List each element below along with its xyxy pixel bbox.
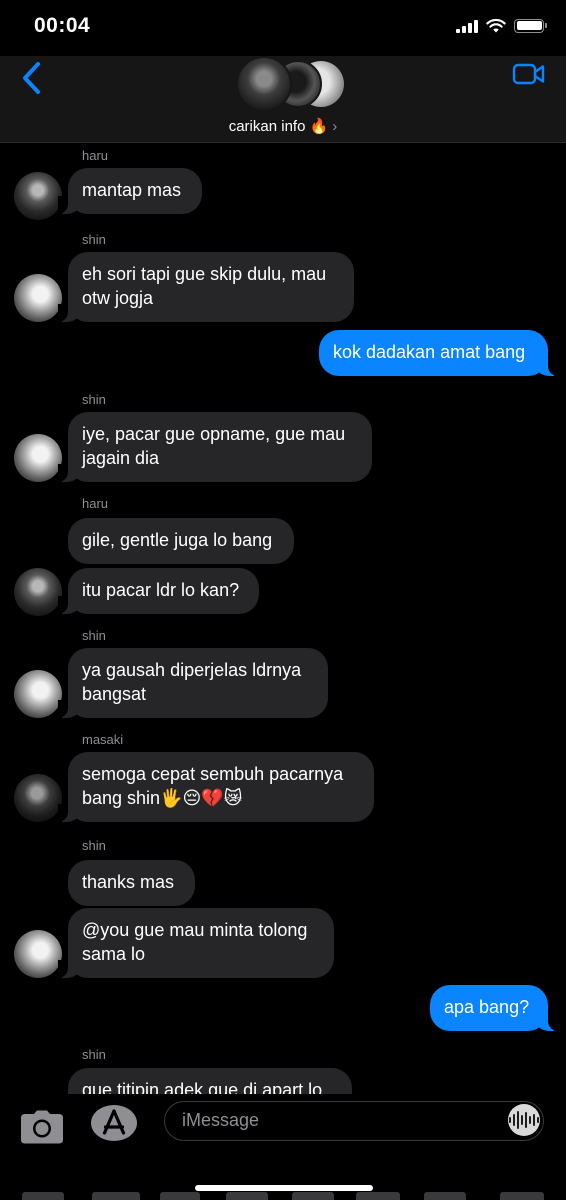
message-bubble[interactable]: mantap mas	[58, 168, 202, 214]
avatar[interactable]	[14, 568, 62, 616]
group-name: carikan info 🔥	[228, 118, 329, 135]
group-name-button[interactable]: carikan info 🔥 ›	[0, 117, 566, 135]
app-drawer-item[interactable]	[500, 1192, 544, 1200]
message-bubble[interactable]: gue titipin adek gue di apart lo	[68, 1068, 352, 1094]
avatar[interactable]	[14, 670, 62, 718]
message-bubble[interactable]: itu pacar ldr lo kan?	[58, 568, 259, 614]
avatar[interactable]	[14, 274, 62, 322]
voice-memo-icon[interactable]	[508, 1104, 540, 1136]
message-bubble[interactable]: apa bang?	[430, 985, 558, 1031]
cellular-signal-icon	[456, 19, 478, 33]
app-drawer-item[interactable]	[292, 1192, 334, 1200]
avatar[interactable]	[14, 172, 62, 220]
chevron-right-icon: ›	[332, 118, 338, 135]
sender-label: shin	[82, 392, 106, 407]
message-bubble[interactable]: @you gue mau minta tolong sama lo	[58, 908, 334, 978]
message-bubble[interactable]: gile, gentle juga lo bang	[68, 518, 294, 564]
message-thread[interactable]: haru mantap mas shin eh sori tapi gue sk…	[0, 142, 566, 1094]
app-store-icon[interactable]	[90, 1104, 138, 1142]
message-input-placeholder: iMessage	[182, 1110, 260, 1130]
sender-label: shin	[82, 838, 106, 853]
message-bubble[interactable]: kok dadakan amat bang	[319, 330, 558, 376]
back-chevron-icon[interactable]	[18, 60, 46, 96]
message-input[interactable]: iMessage	[164, 1101, 544, 1141]
message-bubble[interactable]: eh sori tapi gue skip dulu, mau otw jogj…	[58, 252, 354, 322]
group-avatar-stack[interactable]	[236, 56, 344, 112]
app-drawer-item[interactable]	[424, 1192, 466, 1200]
status-icons	[456, 18, 547, 33]
message-bubble[interactable]: semoga cepat sembuh pacarnya bang shin🖐️…	[58, 752, 374, 822]
sender-label: shin	[82, 1047, 106, 1062]
message-bubble[interactable]: thanks mas	[68, 860, 195, 906]
battery-icon	[514, 18, 547, 33]
app-drawer-item[interactable]	[226, 1192, 268, 1200]
wifi-icon	[486, 18, 506, 33]
avatar[interactable]	[14, 774, 62, 822]
sender-label: shin	[82, 628, 106, 643]
video-call-icon[interactable]	[512, 62, 546, 86]
conversation-header: carikan info 🔥 ›	[0, 56, 566, 143]
sender-label: haru	[82, 148, 109, 163]
app-drawer-item[interactable]	[92, 1192, 140, 1200]
sender-label: haru	[82, 496, 109, 511]
home-indicator[interactable]	[195, 1185, 373, 1191]
message-bubble[interactable]: iye, pacar gue opname, gue mau jagain di…	[58, 412, 372, 482]
avatar[interactable]	[14, 434, 62, 482]
avatar[interactable]	[14, 930, 62, 978]
app-drawer-item[interactable]	[160, 1192, 200, 1200]
avatar	[236, 56, 292, 112]
status-bar: 00:04	[0, 0, 566, 56]
camera-icon[interactable]	[20, 1110, 64, 1144]
sender-label: shin	[82, 232, 106, 247]
sender-label: masaki	[82, 732, 124, 747]
app-drawer-item[interactable]	[356, 1192, 400, 1200]
status-time: 00:04	[34, 14, 91, 37]
app-drawer-item[interactable]	[22, 1192, 64, 1200]
message-bubble[interactable]: ya gausah diperjelas ldrnya bangsat	[58, 648, 328, 718]
